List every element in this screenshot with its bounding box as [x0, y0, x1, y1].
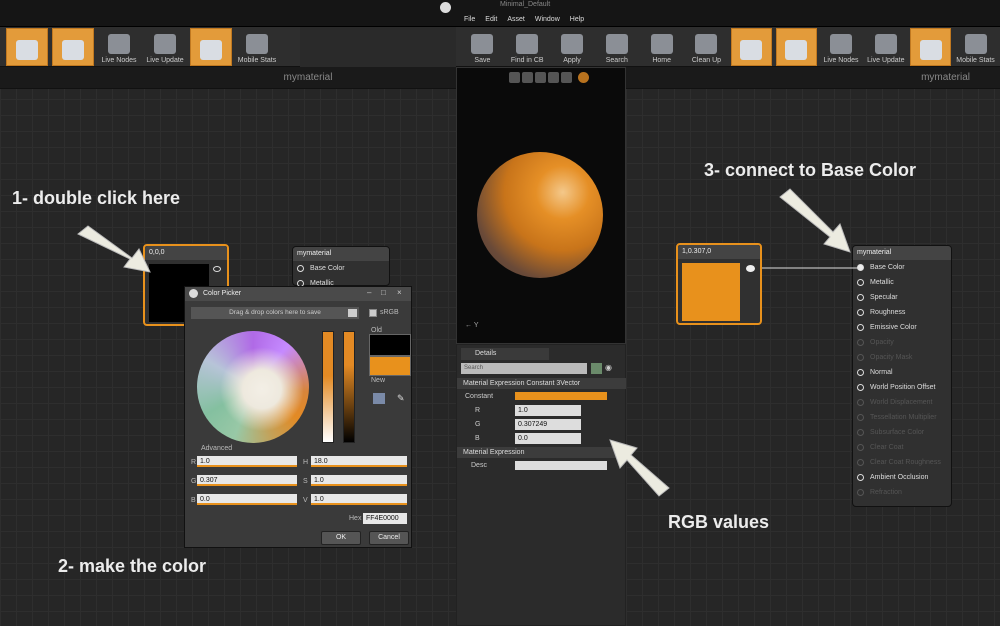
annotation-rgb: RGB values	[668, 512, 770, 532]
annotation-step3: 3- connect to Base Color	[704, 160, 917, 180]
annotation-step1: 1- double click here	[12, 188, 181, 208]
annotation-step2: 2- make the color	[58, 556, 207, 576]
annotation-overlay	[77, 188, 860, 497]
arrow-rgb	[609, 439, 670, 497]
arrow-step3	[779, 188, 851, 253]
arrow-step1	[77, 225, 151, 273]
